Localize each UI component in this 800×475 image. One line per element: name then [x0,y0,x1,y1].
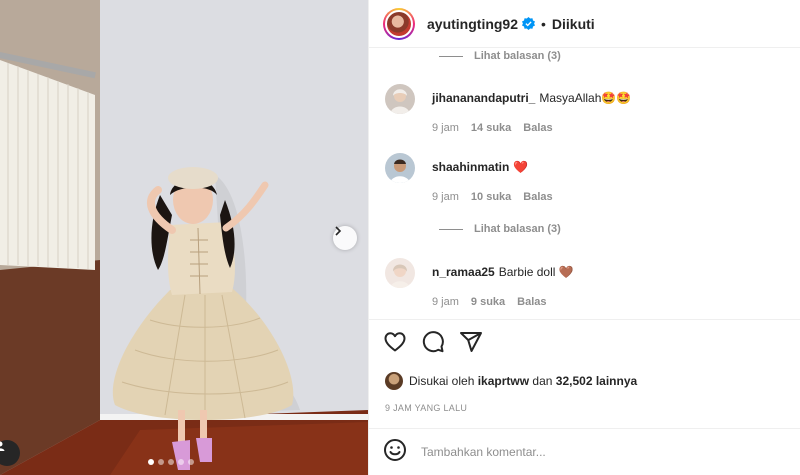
comment-time[interactable]: 9 jam [432,296,459,308]
photo-scene [0,0,368,475]
liker-username[interactable]: ikaprtww [478,374,529,388]
share-icon[interactable] [459,330,483,359]
emoji-icon[interactable] [383,438,407,467]
carousel-dot [158,459,164,465]
view-replies-link[interactable]: Lihat balasan (3) [474,50,561,62]
comment-likes[interactable]: 9 suka [471,296,505,308]
comment-icon[interactable] [421,330,445,359]
comment-username[interactable]: n_ramaa25 [432,265,495,279]
likes-count[interactable]: 32,502 [556,374,593,388]
replies-thread-line [439,56,463,57]
commenter-avatar[interactable] [385,153,415,183]
post-side-panel: ayutingting92 • Diikuti Lihat balasan (3… [368,0,800,475]
post-actions-bar [369,319,800,369]
carousel-dot [178,459,184,465]
liker-avatar[interactable] [385,372,403,390]
comment-likes[interactable]: 14 suka [471,122,511,134]
comment-text: ❤️ [513,160,529,174]
likes-suffix[interactable]: lainnya [596,374,637,388]
reply-button[interactable]: Balas [523,191,552,203]
post-timestamp[interactable]: 9 JAM YANG LALU [385,403,467,413]
post-header: ayutingting92 • Diikuti [369,0,800,48]
person-tag-icon [0,441,5,451]
carousel-dot [148,459,154,465]
chevron-right-icon [335,226,342,236]
comment-text: MasyaAllah🤩🤩 [539,91,632,105]
comment-input[interactable]: Tambahkan komentar... [421,445,546,459]
reply-button[interactable]: Balas [523,122,552,134]
comments-list[interactable]: Lihat balasan (3) jihananandaputri_ Masya… [369,48,800,320]
author-avatar[interactable] [383,7,415,40]
header-separator: • [541,15,546,32]
heart-icon[interactable] [383,330,407,359]
commenter-avatar[interactable] [385,258,415,288]
follow-status-button[interactable]: Diikuti [552,16,595,32]
commenter-avatar[interactable] [385,84,415,114]
likes-summary: Disukai oleh ikaprtww dan 32,502 lainnya [385,372,637,390]
likes-middle: dan [532,374,553,388]
replies-thread-line [439,229,463,230]
comment-time[interactable]: 9 jam [432,191,459,203]
comment-text: Barbie doll 🤎 [498,265,574,279]
comment-username[interactable]: shaahinmatin [432,160,509,174]
comment-time[interactable]: 9 jam [432,122,459,134]
likes-prefix: Disukai oleh [409,374,475,388]
carousel-dot [188,459,194,465]
next-image-button[interactable] [333,226,357,250]
view-replies-link[interactable]: Lihat balasan (3) [474,223,561,235]
post-photo[interactable] [0,0,368,475]
author-username[interactable]: ayutingting92 [427,16,518,32]
add-comment-bar: Tambahkan komentar... [369,428,800,475]
verified-badge-icon [522,17,536,30]
carousel-dot [168,459,174,465]
carousel-indicator [148,459,194,465]
comment-likes[interactable]: 10 suka [471,191,511,203]
comment-username[interactable]: jihananandaputri_ [432,91,535,105]
reply-button[interactable]: Balas [517,296,546,308]
